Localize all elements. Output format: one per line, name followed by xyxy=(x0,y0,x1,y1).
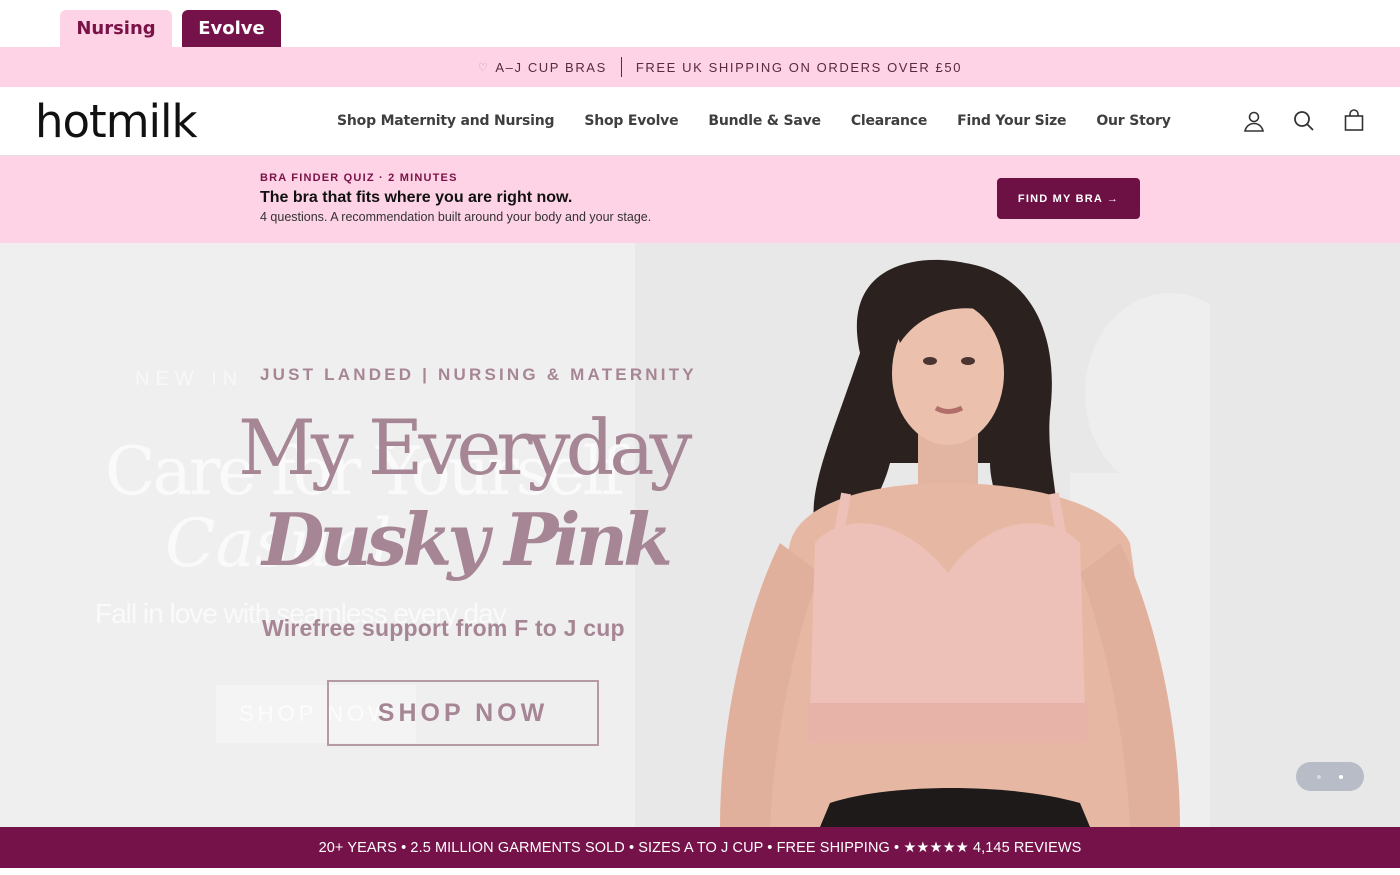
quiz-subtext: 4 questions. A recommendation built arou… xyxy=(260,210,652,224)
hero-subtitle: Wirefree support from F to J cup xyxy=(262,615,625,641)
site-header: hotmilk Shop Maternity and Nursing Shop … xyxy=(0,87,1400,156)
announcement-cup-range: A–J CUP BRAS xyxy=(495,59,607,75)
quiz-headline: The bra that fits where you are right no… xyxy=(260,189,573,206)
nav-shop-evolve[interactable]: Shop Evolve xyxy=(584,113,678,129)
carousel-dot-1[interactable] xyxy=(1317,774,1321,779)
shop-now-button[interactable]: SHOP NOW xyxy=(327,680,599,746)
carousel-pagination[interactable] xyxy=(1296,762,1364,791)
hero-title-line2: Dusky Pink xyxy=(262,497,673,582)
brand-tabs: Nursing Evolve xyxy=(0,0,1400,47)
account-icon[interactable] xyxy=(1240,107,1268,135)
main-nav: Shop Maternity and Nursing Shop Evolve B… xyxy=(337,87,1171,155)
hero-title-line1: My Everyday xyxy=(238,403,692,492)
ghost-eyebrow: NEW IN xyxy=(135,368,244,390)
hero-eyebrow: JUST LANDED | NURSING & MATERNITY xyxy=(260,365,697,384)
tab-evolve[interactable]: Evolve xyxy=(182,10,281,47)
tab-nursing[interactable]: Nursing xyxy=(60,10,172,47)
bag-icon[interactable] xyxy=(1340,107,1368,135)
hotmilk-logo[interactable]: hotmilk xyxy=(35,95,198,148)
bra-finder-banner: BRA FINDER QUIZ · 2 MINUTES The bra that… xyxy=(0,156,1400,243)
quiz-eyebrow: BRA FINDER QUIZ · 2 MINUTES xyxy=(260,172,458,184)
nav-shop-maternity-nursing[interactable]: Shop Maternity and Nursing xyxy=(337,113,555,129)
search-icon[interactable] xyxy=(1290,107,1318,135)
model-photo xyxy=(720,259,1210,827)
announcement-bar: ♡ A–J CUP BRAS FREE UK SHIPPING ON ORDER… xyxy=(0,47,1400,87)
announcement-divider xyxy=(620,57,622,77)
nav-bundle-save[interactable]: Bundle & Save xyxy=(708,113,821,129)
nav-our-story[interactable]: Our Story xyxy=(1096,113,1170,129)
hero-carousel: NEW IN Care for Yourself Casual Fall in … xyxy=(0,243,1400,827)
bra-icon: ♡ xyxy=(477,61,490,74)
carousel-dot-2[interactable] xyxy=(1339,774,1343,779)
nav-find-your-size[interactable]: Find Your Size xyxy=(957,113,1066,129)
trust-bar: 20+ YEARS • 2.5 MILLION GARMENTS SOLD • … xyxy=(0,827,1400,868)
announcement-shipping: FREE UK SHIPPING ON ORDERS OVER £50 xyxy=(635,59,963,75)
find-my-bra-button[interactable]: FIND MY BRA → xyxy=(997,178,1140,219)
nav-clearance[interactable]: Clearance xyxy=(851,113,928,129)
page-bottom-edge xyxy=(0,868,1400,875)
